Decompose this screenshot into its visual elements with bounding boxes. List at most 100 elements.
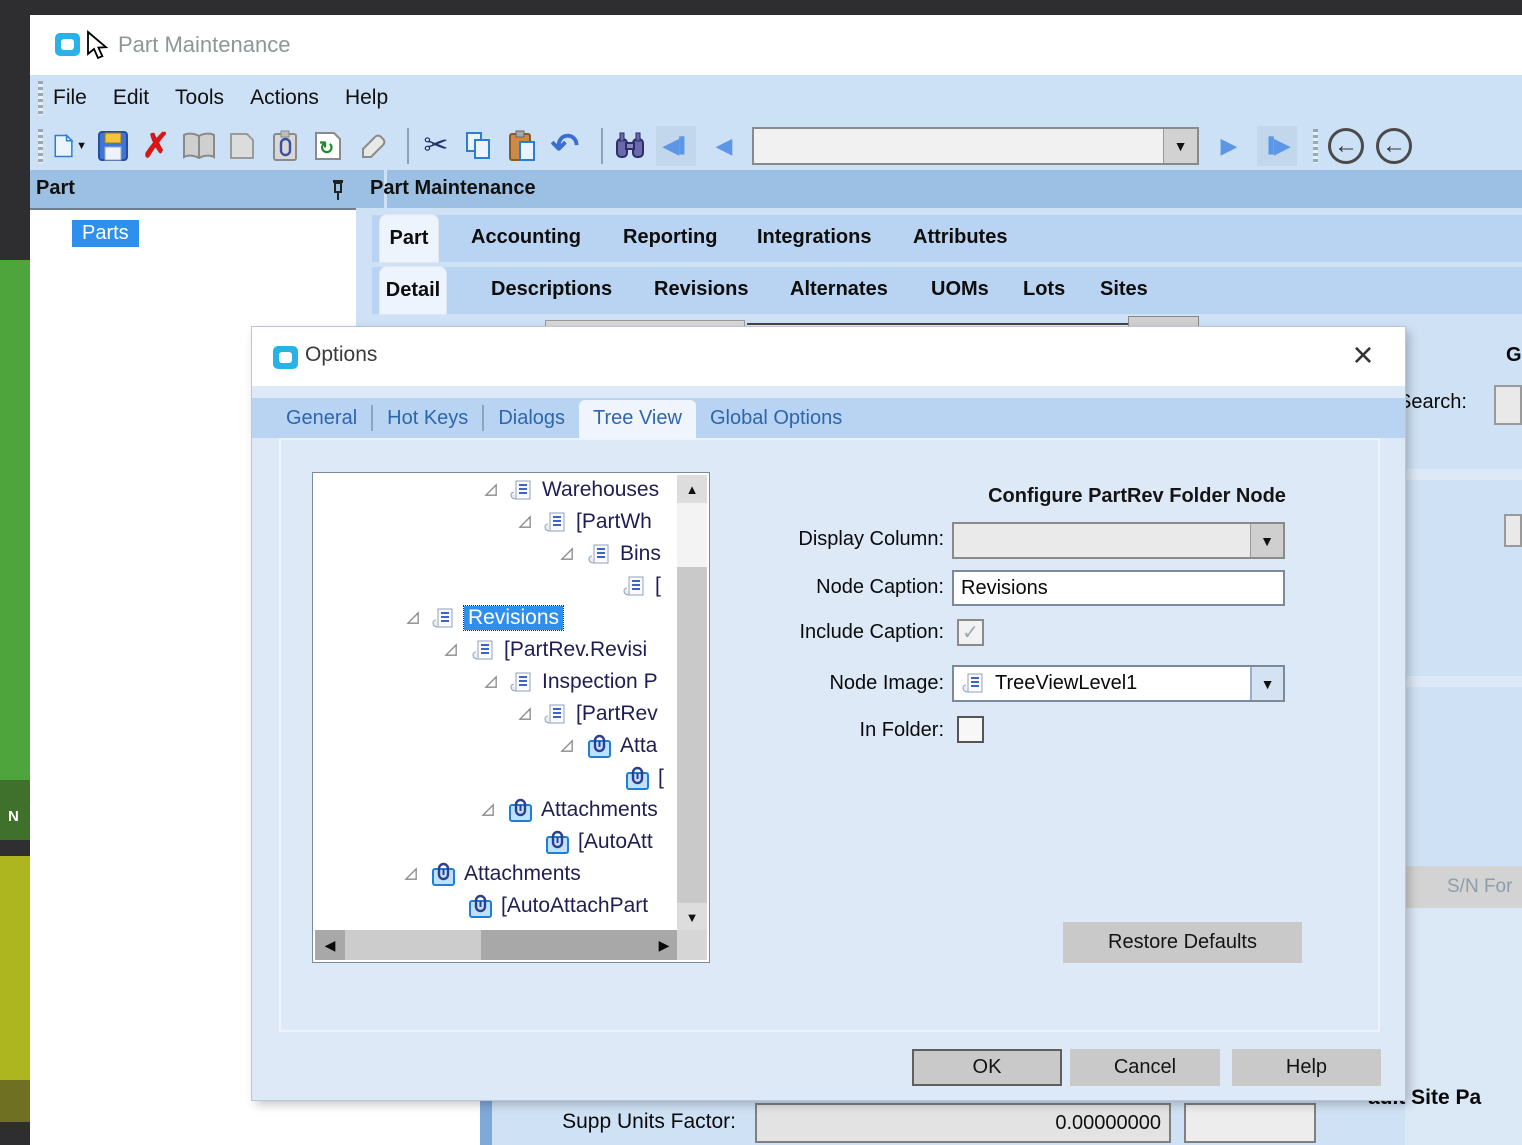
tab-integrations[interactable]: Integrations — [757, 226, 871, 249]
tab-global-options[interactable]: Global Options — [696, 400, 856, 438]
tab-reporting[interactable]: Reporting — [623, 226, 717, 249]
horizontal-scrollbar[interactable]: ◀ ▶ — [315, 930, 679, 960]
save-icon[interactable] — [96, 129, 130, 163]
tree-node[interactable]: Attachments — [315, 795, 679, 827]
attachment-icon[interactable] — [268, 129, 302, 163]
refresh-icon[interactable]: ↻ — [311, 129, 345, 163]
scroll-left-icon[interactable]: ◀ — [315, 930, 345, 960]
tree-node[interactable]: Attachments — [315, 859, 679, 891]
tree-node-label[interactable]: Attachments — [464, 862, 581, 886]
node-caption-input[interactable]: Revisions — [952, 570, 1285, 606]
previous-record-button[interactable]: ◀ — [704, 126, 744, 166]
tree-node[interactable]: Revisions — [315, 603, 679, 635]
tree-node[interactable]: [PartRev — [315, 699, 679, 731]
tab-dialogs[interactable]: Dialogs — [484, 400, 579, 438]
tab-descriptions[interactable]: Descriptions — [491, 278, 612, 301]
undo-icon[interactable]: ↶ — [548, 129, 582, 163]
tab-revisions[interactable]: Revisions — [654, 278, 748, 301]
tree-node-label[interactable]: [ — [658, 766, 664, 790]
include-caption-checkbox[interactable]: ✓ — [957, 619, 984, 646]
tree-node[interactable]: [ — [315, 763, 679, 795]
paste-icon[interactable] — [505, 129, 539, 163]
window-titlebar[interactable]: Part Maintenance — [30, 15, 1522, 75]
tab-tree-view[interactable]: Tree View — [579, 400, 696, 438]
tree-node-label[interactable]: Attachments — [541, 798, 658, 822]
toolbar-grip-3[interactable] — [1313, 129, 1318, 163]
menu-help[interactable]: Help — [345, 86, 388, 110]
tree-node[interactable]: [AutoAtt — [315, 827, 679, 859]
blank-document-icon[interactable] — [225, 129, 259, 163]
help-button[interactable]: Help — [1232, 1049, 1381, 1086]
close-icon[interactable]: × — [1341, 331, 1385, 379]
book-icon[interactable] — [182, 129, 216, 163]
pin-icon[interactable] — [330, 179, 346, 201]
tab-sites[interactable]: Sites — [1100, 278, 1148, 301]
tree-view[interactable]: Warehouses[PartWhBins[Revisions[PartRev.… — [315, 475, 679, 931]
expander-icon[interactable] — [481, 803, 496, 823]
tree-node-label[interactable]: [AutoAttachPart — [501, 894, 648, 918]
tab-detail[interactable]: Detail — [380, 267, 446, 314]
menu-file[interactable]: File — [53, 86, 87, 110]
menu-edit[interactable]: Edit — [113, 86, 149, 110]
chevron-down-icon[interactable]: ▼ — [1250, 667, 1283, 700]
tree-node-parts[interactable]: Parts — [72, 220, 139, 247]
in-folder-checkbox[interactable] — [957, 716, 984, 743]
forward-icon[interactable]: ← — [1376, 128, 1412, 164]
toolbar-grip[interactable] — [38, 81, 43, 115]
search-input[interactable] — [1494, 385, 1522, 425]
tab-hot-keys[interactable]: Hot Keys — [373, 400, 482, 438]
display-column-dropdown[interactable]: ▼ — [952, 522, 1285, 559]
tree-node[interactable]: [AutoAttachPart — [315, 891, 679, 923]
restore-defaults-button[interactable]: Restore Defaults — [1063, 922, 1302, 963]
tab-alternates[interactable]: Alternates — [790, 278, 888, 301]
tab-attributes[interactable]: Attributes — [913, 226, 1007, 249]
scroll-right-icon[interactable]: ▶ — [649, 930, 679, 960]
tab-accounting[interactable]: Accounting — [471, 226, 581, 249]
tab-general[interactable]: General — [272, 400, 371, 438]
last-record-button[interactable]: ▐▶ — [1257, 126, 1297, 166]
scroll-down-icon[interactable]: ▼ — [677, 903, 707, 931]
chevron-down-icon[interactable]: ▼ — [1163, 129, 1197, 163]
cut-icon[interactable]: ✂ — [419, 129, 453, 163]
ok-button[interactable]: OK — [912, 1049, 1062, 1086]
menu-tools[interactable]: Tools — [175, 86, 224, 110]
tree-node[interactable]: Atta — [315, 731, 679, 763]
expander-icon[interactable] — [560, 547, 575, 567]
tree-node[interactable]: Bins — [315, 539, 679, 571]
tree-node[interactable]: [PartRev.Revisi — [315, 635, 679, 667]
tree-node[interactable]: Inspection P — [315, 667, 679, 699]
first-record-button[interactable]: ◀▌ — [656, 126, 696, 166]
eraser-icon[interactable] — [354, 129, 388, 163]
copy-icon[interactable] — [462, 129, 496, 163]
expander-icon[interactable] — [518, 707, 533, 727]
expander-icon[interactable] — [560, 739, 575, 759]
menu-actions[interactable]: Actions — [250, 86, 319, 110]
tab-uoms[interactable]: UOMs — [931, 278, 989, 301]
delete-icon[interactable]: ✗ — [139, 129, 173, 163]
tree-node-label[interactable]: [PartRev.Revisi — [504, 638, 647, 662]
find-icon[interactable] — [613, 129, 647, 163]
tab-lots[interactable]: Lots — [1023, 278, 1065, 301]
dialog-titlebar[interactable]: Options × — [252, 327, 1405, 386]
record-combobox[interactable]: ▼ — [752, 127, 1199, 165]
scroll-up-icon[interactable]: ▲ — [677, 475, 707, 503]
toolbar-grip-2[interactable] — [38, 129, 43, 163]
node-image-dropdown[interactable]: TreeViewLevel1 ▼ — [952, 665, 1285, 702]
chevron-down-icon[interactable]: ▼ — [1250, 524, 1283, 557]
tree-node[interactable]: [ — [315, 571, 679, 603]
new-icon[interactable]: ▼ — [53, 129, 87, 163]
tree-node-label[interactable]: [AutoAtt — [578, 830, 653, 854]
expander-icon[interactable] — [484, 675, 499, 695]
supp-units-input[interactable]: 0.00000000 — [755, 1103, 1171, 1143]
supp-units-input-2[interactable] — [1184, 1103, 1316, 1143]
horizontal-scroll-thumb[interactable] — [345, 930, 481, 960]
tree-node[interactable]: [PartWh — [315, 507, 679, 539]
expander-icon[interactable] — [444, 643, 459, 663]
expander-icon[interactable] — [484, 483, 499, 503]
tree-node-label[interactable]: Revisions — [464, 606, 563, 630]
tree-node-label[interactable]: Warehouses — [542, 478, 659, 502]
next-record-button[interactable]: ▶ — [1209, 126, 1249, 166]
tree-node[interactable]: Warehouses — [315, 475, 679, 507]
expander-icon[interactable] — [518, 515, 533, 535]
cancel-button[interactable]: Cancel — [1070, 1049, 1220, 1086]
